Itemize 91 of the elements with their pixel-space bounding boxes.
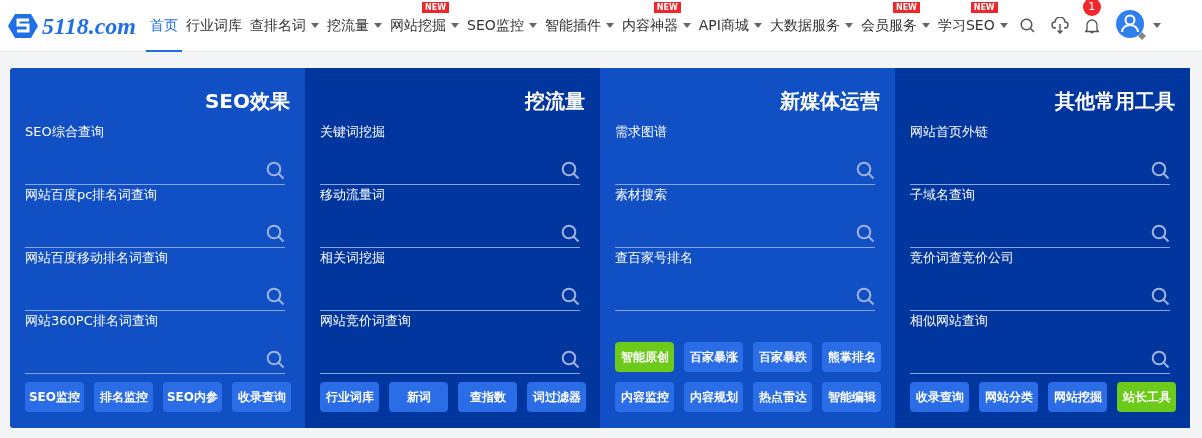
tool-button[interactable]: 内容监控 (615, 382, 674, 412)
field-label: SEO综合查询 (25, 123, 105, 141)
tool-button[interactable]: 网站分类 (979, 382, 1038, 412)
search-icon[interactable] (1151, 161, 1170, 180)
field-label: 网站竞价词查询 (320, 312, 412, 330)
field-label: 相关词挖掘 (320, 249, 386, 267)
notification-badge: 1 (1082, 0, 1101, 16)
search-icon[interactable] (561, 224, 580, 243)
search-icon[interactable] (561, 161, 580, 180)
field-label: 素材搜索 (615, 186, 668, 204)
search-icon[interactable] (266, 350, 285, 369)
search-field[interactable]: 子域名查询 (910, 185, 1170, 248)
cloud-download-icon[interactable] (1050, 17, 1069, 34)
search-field[interactable]: 网站百度移动排名词查询 (25, 248, 285, 311)
nav-link[interactable]: 大数据服务 (765, 13, 857, 52)
search-field[interactable]: 相似网站查询 (910, 311, 1170, 374)
nav-link[interactable]: 学习SEO (933, 13, 1012, 52)
caret-icon[interactable] (1152, 23, 1161, 28)
panel-title: SEO效果 (203, 88, 290, 115)
tool-button[interactable]: 内容规划 (684, 382, 743, 412)
search-icon[interactable] (856, 161, 875, 180)
logo[interactable]: 5118.com (42, 7, 136, 44)
search-field[interactable]: 查百家号排名 (615, 248, 875, 311)
tool-button[interactable]: 收录查询 (910, 382, 969, 412)
new-badge: NEW (892, 1, 920, 13)
tool-button[interactable]: 百家暴跌 (753, 342, 812, 372)
field-label: 关键词挖掘 (320, 123, 386, 141)
field-label: 移动流量词 (320, 186, 386, 204)
tool-button[interactable]: SEO内参 (163, 382, 222, 412)
search-field[interactable]: 需求图谱 (615, 122, 875, 185)
search-field[interactable]: SEO综合查询 (25, 122, 285, 185)
tool-button[interactable]: 排名监控 (94, 382, 153, 412)
field-label: 查百家号排名 (615, 249, 694, 267)
search-field[interactable]: 关键词挖掘 (320, 122, 580, 185)
field-label: 网站首页外链 (910, 123, 989, 141)
tool-button[interactable]: 百家暴涨 (684, 342, 743, 372)
nav-link[interactable]: SEO监控 (463, 13, 541, 52)
nav-link[interactable]: API商城 (694, 13, 766, 52)
nav-link[interactable]: 网站挖掘 (386, 13, 463, 52)
search-field[interactable]: 网站360PC排名词查询 (25, 311, 285, 374)
tool-button[interactable]: 熊掌排名 (822, 342, 881, 372)
nav-link[interactable]: 行业词库 (182, 13, 246, 52)
panel-title: 其他常用工具 (1054, 88, 1175, 115)
tool-button[interactable]: 行业词库 (320, 382, 379, 412)
nav-link[interactable]: 内容神器 (617, 13, 695, 52)
search-field[interactable]: 相关词挖掘 (320, 248, 580, 311)
search-icon[interactable] (266, 287, 285, 306)
nav-link[interactable]: 挖流量 (323, 13, 386, 52)
tool-button[interactable]: 智能编辑 (822, 382, 881, 412)
field-label: 网站百度pc排名词查询 (25, 186, 159, 204)
field-label: 网站百度移动排名词查询 (25, 249, 169, 267)
field-label: 竞价词查竞价公司 (910, 249, 1015, 267)
logo-icon[interactable] (8, 12, 38, 39)
search-field[interactable]: 网站百度pc排名词查询 (25, 185, 285, 248)
nav-link[interactable]: 会员服务 (856, 13, 934, 52)
nav-link[interactable]: 智能插件 (540, 13, 618, 52)
field-label: 子域名查询 (910, 186, 976, 204)
nav-link[interactable]: 首页 (146, 13, 182, 52)
new-badge: NEW (970, 1, 998, 13)
search-icon[interactable] (856, 287, 875, 306)
search-icon[interactable] (561, 350, 580, 369)
avatar-icon[interactable] (1114, 8, 1149, 43)
search-icon[interactable] (561, 287, 580, 306)
tool-button[interactable]: 新词 (389, 382, 448, 412)
tool-button[interactable]: 热点雷达 (753, 382, 812, 412)
search-field[interactable]: 移动流量词 (320, 185, 580, 248)
search-icon[interactable] (1151, 350, 1170, 369)
tool-button[interactable]: SEO监控 (25, 382, 84, 412)
bell-icon[interactable] (1084, 18, 1099, 34)
tool-button[interactable]: 收录查询 (232, 382, 291, 412)
search-icon[interactable] (1151, 287, 1170, 306)
search-field[interactable]: 网站首页外链 (910, 122, 1170, 185)
search-field[interactable]: 竞价词查竞价公司 (910, 248, 1170, 311)
search-icon[interactable] (856, 224, 875, 243)
field-label: 需求图谱 (615, 123, 668, 141)
search-field[interactable]: 网站竞价词查询 (320, 311, 580, 374)
field-label: 网站360PC排名词查询 (25, 312, 159, 330)
nav-link[interactable]: 查排名词 (246, 13, 323, 52)
new-badge: NEW (422, 1, 449, 13)
search-icon[interactable] (266, 224, 285, 243)
search-icon[interactable] (1019, 18, 1035, 33)
search-icon[interactable] (1151, 224, 1170, 243)
search-icon[interactable] (266, 161, 285, 180)
panel-title: 挖流量 (523, 88, 585, 115)
field-label: 相似网站查询 (910, 312, 989, 330)
tool-button[interactable]: 词过滤器 (527, 382, 586, 412)
search-field[interactable]: 素材搜索 (615, 185, 875, 248)
panel-title: 新媒体运营 (779, 88, 880, 115)
tool-button[interactable]: 网站挖掘 (1048, 382, 1107, 412)
new-badge: NEW (653, 1, 681, 13)
tool-button[interactable]: 查指数 (458, 382, 517, 412)
